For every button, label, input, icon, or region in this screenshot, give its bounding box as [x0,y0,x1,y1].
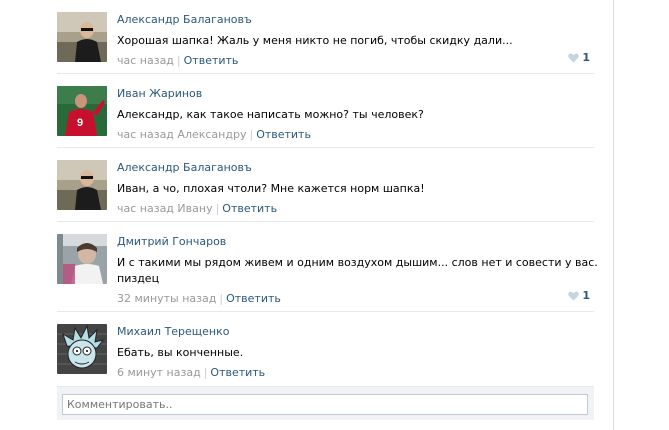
comment-time[interactable]: 6 минут назад [117,366,201,379]
comment-body: Михаил Терещенко Ебать, вы конченные. 6 … [117,325,594,380]
comment-text-line: И с такими мы рядом живем и одним воздух… [117,256,598,269]
meta-separator: | [219,292,224,305]
comment-text: Иван, а чо, плохая чтоли? Мне кажется но… [117,182,425,195]
like-count: 1 [582,51,590,64]
avatar-image [57,12,107,62]
avatar-image [57,160,107,210]
comment-item: Александр Балагановъ Хорошая шапка! Жаль… [57,0,594,74]
reply-button[interactable]: Ответить [256,128,311,141]
reply-button[interactable]: Ответить [222,202,277,215]
comment-time[interactable]: час назад [117,128,174,141]
comment-meta: час назад Ивану | Ответить [117,202,594,216]
comment-author[interactable]: Дмитрий Гончаров [117,235,594,249]
comment-author[interactable]: Иван Жаринов [117,87,594,101]
comment-item: Александр Балагановъ Иван, а чо, плохая … [57,148,594,222]
meta-separator: | [203,366,208,379]
like-button[interactable]: 1 [568,51,590,64]
comment-list: Александр Балагановъ Хорошая шапка! Жаль… [57,0,598,384]
comment-text: И с такими мы рядом живем и одним воздух… [117,255,598,287]
comment-time[interactable]: час назад [117,54,174,67]
reply-button[interactable]: Ответить [210,366,265,379]
reply-to-link[interactable]: Ивану [177,202,212,215]
svg-text:9: 9 [77,117,83,129]
heart-icon [568,291,580,300]
comments-page: Александр Балагановъ Хорошая шапка! Жаль… [0,0,669,430]
comment-time[interactable]: час назад [117,202,174,215]
avatar[interactable] [57,324,107,374]
comment-meta: 32 минуты назад | Ответить [117,292,594,306]
comment-body: Александр Балагановъ Иван, а чо, плохая … [117,161,594,216]
comment-item: 9 Иван Жаринов Александр, как такое напи… [57,74,594,148]
reply-to-link[interactable]: Александру [177,128,246,141]
avatar[interactable]: 9 [57,86,107,136]
reply-button[interactable]: Ответить [184,54,239,67]
heart-icon [568,53,580,62]
comment-text: Хорошая шапка! Жаль у меня никто не поги… [117,34,513,47]
comment-body: Дмитрий Гончаров И с такими мы рядом жив… [117,235,598,306]
avatar-image [57,234,107,284]
comment-meta: час назад Александру | Ответить [117,128,594,142]
comment-author[interactable]: Александр Балагановъ [117,13,594,27]
reply-box [57,386,594,420]
column-divider [613,0,614,430]
comment-author[interactable]: Александр Балагановъ [117,161,594,175]
avatar[interactable] [57,234,107,284]
comment-meta: час назад | Ответить [117,54,594,68]
meta-separator: | [249,128,254,141]
comment-text-line: пиздец [117,272,160,285]
avatar[interactable] [57,160,107,210]
like-count: 1 [582,289,590,302]
reply-button[interactable]: Ответить [226,292,281,305]
avatar-image [57,324,107,374]
comment-item: Дмитрий Гончаров И с такими мы рядом жив… [57,222,598,312]
comment-author[interactable]: Михаил Терещенко [117,325,594,339]
comment-meta: 6 минут назад | Ответить [117,366,594,380]
comment-body: Иван Жаринов Александр, как такое написа… [117,87,594,142]
avatar[interactable] [57,12,107,62]
like-button[interactable]: 1 [568,289,590,302]
comment-body: Александр Балагановъ Хорошая шапка! Жаль… [117,13,594,68]
comment-item: Михаил Терещенко Ебать, вы конченные. 6 … [57,312,594,384]
avatar-image: 9 [57,86,107,136]
comment-text: Александр, как такое написать можно? ты … [117,108,424,121]
comment-input[interactable] [62,394,588,415]
meta-separator: | [176,54,181,67]
meta-separator: | [215,202,220,215]
comment-time[interactable]: 32 минуты назад [117,292,216,305]
comment-text: Ебать, вы конченные. [117,346,244,359]
